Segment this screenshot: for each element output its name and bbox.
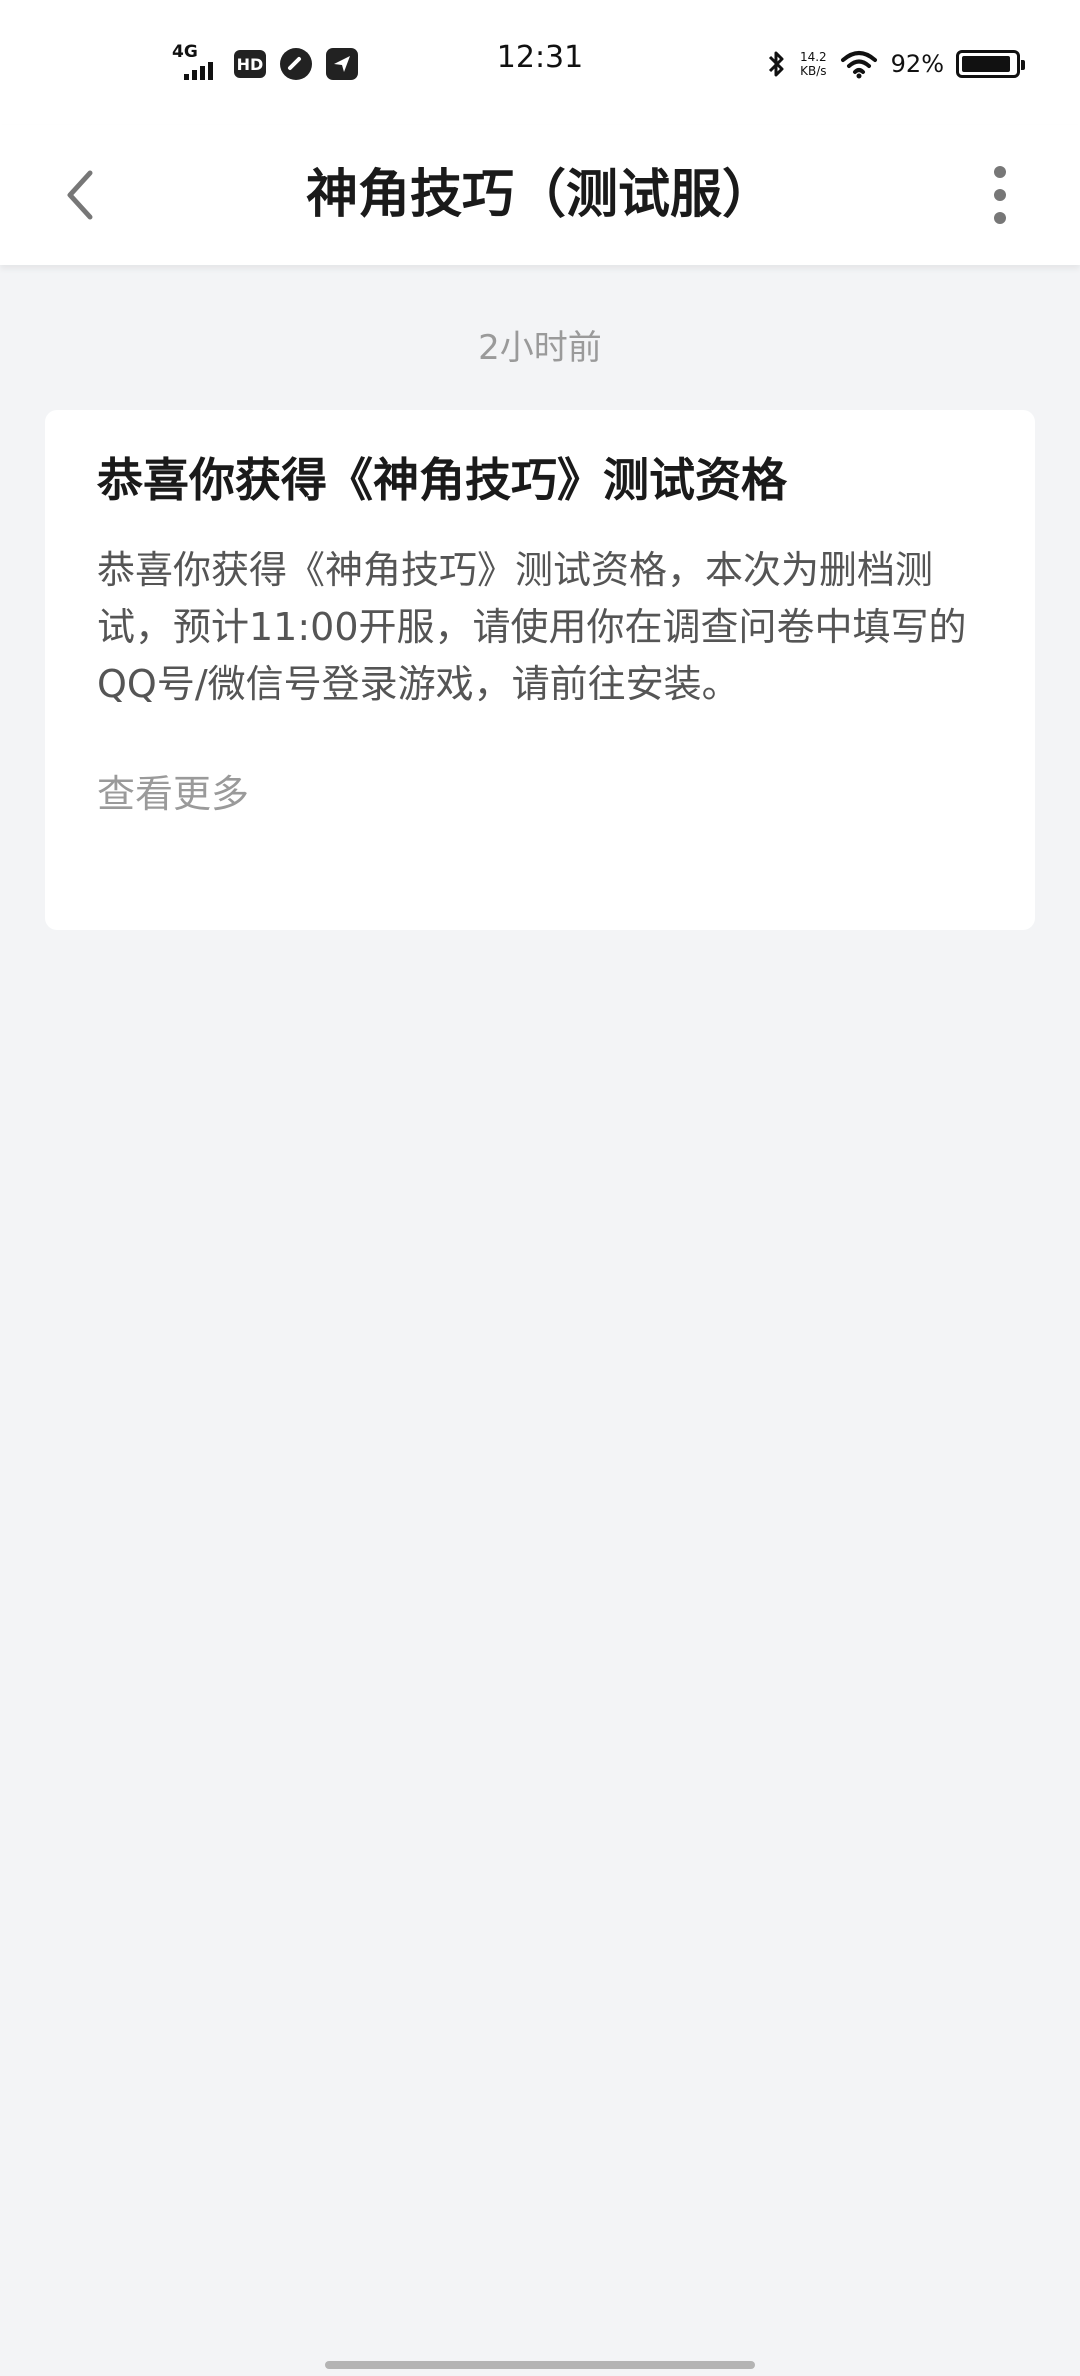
status-right-icons: 14.2 KB/s 92% xyxy=(766,42,1025,86)
message-title: 恭喜你获得《神角技巧》测试资格 xyxy=(97,453,787,507)
network-speed-value: 14.2 xyxy=(799,50,827,64)
page-title: 神角技巧（测试服） xyxy=(305,165,774,225)
battery-fill xyxy=(962,56,1010,72)
network-speed: 14.2 KB/s xyxy=(800,50,827,78)
message-card[interactable]: 恭喜你获得《神角技巧》测试资格 恭喜你获得《神角技巧》测试资格，本次为删档测试，… xyxy=(45,410,1035,930)
message-timestamp: 2小时前 xyxy=(478,328,602,368)
more-options-button[interactable] xyxy=(960,155,1040,235)
chevron-left-icon xyxy=(67,170,93,220)
battery-percent: 92% xyxy=(890,50,944,78)
message-body: 恭喜你获得《神角技巧》测试资格，本次为删档测试，预计11:00开服，请使用你在调… xyxy=(97,548,967,706)
battery-icon xyxy=(956,50,1025,78)
home-indicator[interactable] xyxy=(325,2361,755,2369)
more-vertical-icon xyxy=(994,166,1006,178)
status-bar: 4G HD 12:31 14.2 KB/s 92% xyxy=(0,0,1080,125)
app-bar: 神角技巧（测试服） xyxy=(0,125,1080,265)
view-more-link[interactable]: 查看更多 xyxy=(97,763,249,818)
back-button[interactable] xyxy=(40,155,120,235)
bluetooth-icon xyxy=(768,51,784,77)
network-speed-unit: KB/s xyxy=(800,64,827,78)
wifi-icon xyxy=(840,51,877,79)
